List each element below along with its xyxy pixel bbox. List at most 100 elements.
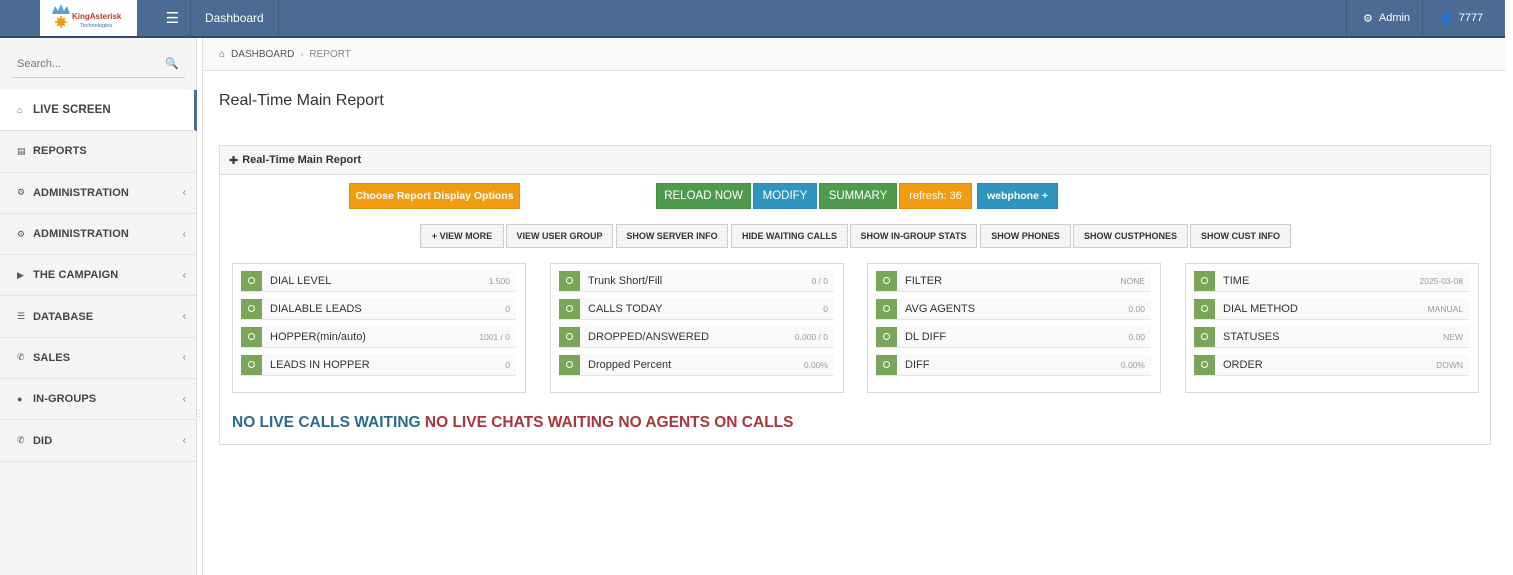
user-icon: 👤 (1439, 12, 1453, 25)
report-panel: ✚ Real-Time Main Report Choose Report Di… (219, 145, 1491, 445)
chevron-left-icon: ‹ (182, 352, 186, 364)
panel-header[interactable]: ✚ Real-Time Main Report (220, 146, 1490, 175)
admin-label: Admin (1378, 12, 1411, 24)
search-icon[interactable]: 🔍 (165, 57, 179, 70)
stat-value: 0.00 (1128, 303, 1145, 314)
sidebar-item-in-groups[interactable]: ● IN-GROUPS ‹ (0, 379, 197, 421)
sidebar-item-sales[interactable]: ✆ SALES ‹ (0, 338, 197, 380)
database-icon: ☰ (17, 311, 26, 322)
live-calls-status: NO LIVE CALLS WAITING (232, 414, 421, 431)
status-dot-icon (559, 326, 580, 347)
phone-icon: ✆ (17, 435, 25, 446)
reload-now-button[interactable]: RELOAD NOW (656, 183, 751, 209)
breadcrumb-dashboard[interactable]: DASHBOARD (231, 49, 294, 60)
stat-value: 0 (505, 303, 510, 314)
home-icon: ⌂ (219, 48, 226, 60)
stat-value: NONE (1120, 275, 1145, 286)
status-dot-icon (1194, 270, 1215, 291)
agents-status: NO AGENTS ON CALLS (618, 414, 794, 431)
user-label: 7777 (1458, 12, 1484, 24)
status-dot-icon (559, 354, 580, 375)
webphone-button[interactable]: webphone + (977, 183, 1058, 209)
stat-row: TIME 2025-03-08 (1194, 270, 1469, 292)
chevron-left-icon: ‹ (182, 187, 186, 199)
show-in-group-stats-button[interactable]: SHOW IN-GROUP STATS (850, 224, 977, 248)
stats-card-agents: FILTER NONE AVG AGENTS 0.00 DL DIFF 0.00… (867, 263, 1161, 393)
stat-row: DIAL METHOD MANUAL (1194, 298, 1469, 320)
search-input[interactable] (12, 57, 152, 70)
admin-menu[interactable]: ⚙ Admin (1346, 0, 1422, 36)
stat-label: Dropped Percent (588, 358, 672, 371)
stat-row: ORDER DOWN (1194, 354, 1469, 376)
status-dot-icon (876, 326, 897, 347)
plus-icon: ✚ (229, 154, 239, 167)
live-status-line: NO LIVE CALLS WAITING NO LIVE CHATS WAIT… (232, 414, 793, 432)
status-dot-icon (241, 354, 262, 375)
chevron-left-icon: ‹ (182, 311, 186, 323)
modify-button[interactable]: MODIFY (753, 183, 817, 209)
show-custphones-button[interactable]: SHOW CUSTPHONES (1073, 224, 1188, 248)
refresh-countdown[interactable]: refresh: 36 (899, 183, 972, 209)
page-title: Real-Time Main Report (219, 92, 384, 109)
top-navbar: KingAsterisk Technologies ☰ Dashboard ⚙ … (0, 0, 1505, 38)
view-user-group-button[interactable]: VIEW USER GROUP (506, 224, 613, 248)
sidebar-item-campaign[interactable]: ▶ THE CAMPAIGN ‹ (0, 255, 197, 297)
gear-icon: ⚙ (17, 187, 26, 198)
chevron-left-icon: ‹ (182, 228, 186, 240)
sidebar-item-label: REPORTS (33, 145, 87, 158)
sidebar-item-administration-2[interactable]: ⚙ ADMINISTRATION ‹ (0, 214, 197, 256)
breadcrumb: ⌂ DASHBOARD › REPORT (203, 38, 1506, 71)
sidebar-item-label: ADMINISTRATION (33, 186, 129, 199)
stat-row: LEADS IN HOPPER 0 (241, 354, 516, 376)
stat-value: 0.00% (803, 359, 828, 370)
show-phones-button[interactable]: SHOW PHONES (980, 224, 1071, 248)
sidebar: 🔍 ⌂ LIVE SCREEN ▤ REPORTS ⚙ ADMINISTRATI… (0, 38, 197, 575)
sidebar-item-label: LIVE SCREEN (33, 104, 111, 117)
sidebar-item-administration-1[interactable]: ⚙ ADMINISTRATION ‹ (0, 173, 197, 214)
live-chats-status: NO LIVE CHATS WAITING (424, 414, 615, 431)
chart-icon: ▤ (17, 145, 26, 156)
panel-title: Real-Time Main Report (242, 154, 362, 166)
stat-label: DIAL METHOD (1223, 302, 1298, 315)
show-server-info-button[interactable]: SHOW SERVER INFO (616, 224, 728, 248)
sidebar-item-reports[interactable]: ▤ REPORTS (0, 131, 197, 173)
sidebar-item-label: DID (33, 434, 53, 447)
breadcrumb-separator: › (300, 49, 304, 59)
sidebar-item-database[interactable]: ☰ DATABASE ‹ (0, 296, 197, 338)
nav-dashboard[interactable]: Dashboard (191, 0, 279, 36)
hamburger-menu-icon[interactable]: ☰ (155, 0, 191, 36)
stat-row: STATUSES NEW (1194, 326, 1469, 348)
chevron-left-icon: ‹ (182, 393, 186, 405)
stat-value: 1001 / 0 (479, 331, 510, 342)
sidebar-item-live-screen[interactable]: ⌂ LIVE SCREEN (0, 90, 197, 132)
stat-value: MANUAL (1427, 303, 1463, 314)
stat-label: HOPPER(min/auto) (270, 330, 366, 343)
stat-value: 0.00% (1120, 359, 1145, 370)
stats-card-dialing: DIAL LEVEL 1.500 DIALABLE LEADS 0 HOPPER… (232, 263, 526, 393)
stat-row: AVG AGENTS 0.00 (876, 298, 1151, 320)
choose-display-options-button[interactable]: Choose Report Display Options (349, 183, 520, 209)
stat-label: FILTER (905, 274, 943, 287)
stat-value: NEW (1443, 331, 1463, 342)
stat-label: LEADS IN HOPPER (270, 358, 370, 371)
main-content: ⌂ DASHBOARD › REPORT Real-Time Main Repo… (202, 38, 1506, 575)
summary-button[interactable]: SUMMARY (819, 183, 897, 209)
home-icon: ⌂ (17, 105, 23, 116)
hide-waiting-calls-button[interactable]: HIDE WAITING CALLS (731, 224, 848, 248)
sidebar-resize-handle[interactable]: · · · (198, 407, 201, 421)
status-dot-icon (1194, 354, 1215, 375)
stats-card-calls: Trunk Short/Fill 0 / 0 CALLS TODAY 0 DRO… (550, 263, 844, 393)
status-dot-icon (876, 354, 897, 375)
stats-card-time: TIME 2025-03-08 DIAL METHOD MANUAL STATU… (1185, 263, 1479, 393)
sidebar-item-label: THE CAMPAIGN (33, 269, 119, 282)
stat-value: 0 (823, 303, 828, 314)
view-more-button[interactable]: + VIEW MORE (420, 224, 504, 248)
stat-value: 1.500 (488, 275, 510, 286)
stat-value: 0 (505, 359, 510, 370)
sidebar-item-did[interactable]: ✆ DID ‹ (0, 420, 197, 462)
user-menu[interactable]: 👤 7777 (1422, 0, 1505, 36)
status-dot-icon (559, 298, 580, 319)
logo[interactable]: KingAsterisk Technologies (40, 0, 137, 36)
show-cust-info-button[interactable]: SHOW CUST INFO (1190, 224, 1291, 248)
stat-value: 0 / 0 (811, 275, 828, 286)
